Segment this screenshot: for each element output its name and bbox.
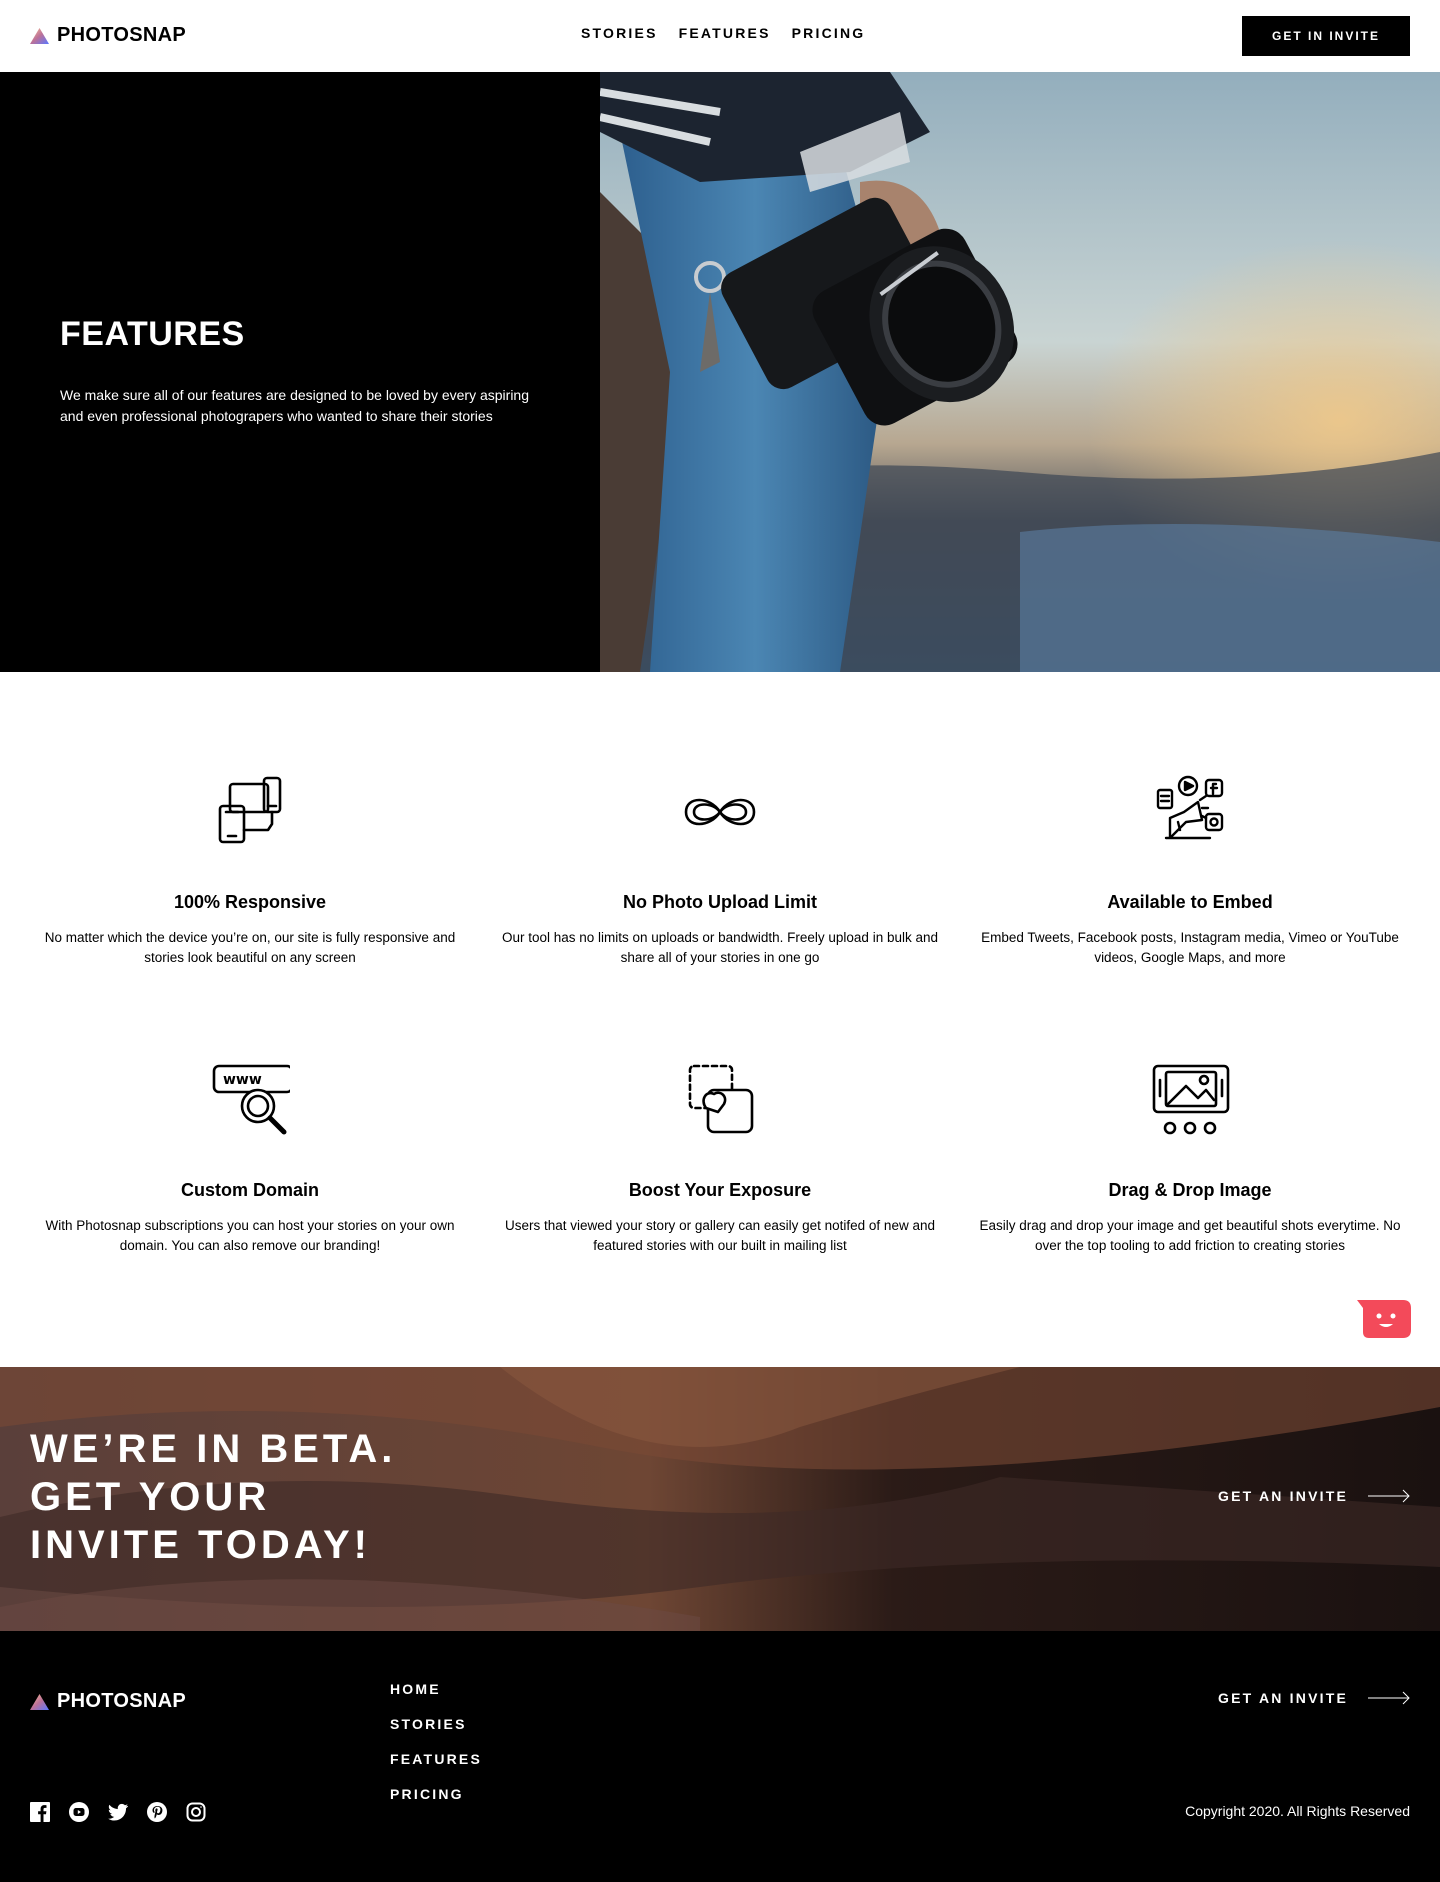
nav-features[interactable]: FEATURES: [679, 25, 771, 41]
feature-title: Custom Domain: [180, 1180, 319, 1200]
custom-domain-icon: www: [212, 1064, 290, 1135]
nav-pricing[interactable]: PRICING: [792, 25, 866, 41]
feature-title: Boost Your Exposure: [628, 1180, 812, 1200]
boost-exposure-icon: [688, 1064, 754, 1134]
svg-text:www: www: [223, 1072, 262, 1088]
get-invite-button[interactable]: GET IN INVITE: [1242, 16, 1410, 56]
beta-heading-line: WE’RE IN BETA.: [30, 1427, 397, 1471]
logo[interactable]: PHOTOSNAP: [30, 24, 186, 47]
arrow-right-icon: [1368, 1489, 1410, 1503]
instagram-icon[interactable]: [186, 1802, 206, 1822]
beta-heading-line: GET YOUR: [30, 1475, 271, 1519]
footer-nav-pricing[interactable]: PRICING: [390, 1786, 482, 1802]
hero-title: FEATURES: [60, 315, 245, 353]
infinity-icon: [684, 798, 756, 826]
footer-get-invite-link[interactable]: GET AN INVITE: [1218, 1690, 1410, 1706]
footer-nav-features[interactable]: FEATURES: [390, 1751, 482, 1767]
beta-get-invite-link[interactable]: GET AN INVITE: [1218, 1488, 1410, 1504]
social-links: [30, 1802, 206, 1822]
logo-text: PHOTOSNAP: [57, 1690, 187, 1712]
logo-triangle-icon: [30, 27, 49, 44]
youtube-icon[interactable]: [69, 1802, 89, 1822]
facebook-icon[interactable]: [30, 1802, 50, 1822]
feature-text: With Photosnap subscriptions you can hos…: [45, 1218, 455, 1253]
site-header: PHOTOSNAP STORIES FEATURES PRICING GET I…: [0, 0, 1440, 72]
hero-text-panel: FEATURES We make sure all of our feature…: [0, 72, 600, 672]
feature-text: Users that viewed your story or gallery …: [505, 1218, 935, 1253]
footer-logo[interactable]: PHOTOSNAP: [30, 1690, 186, 1713]
beta-heading-line: INVITE TODAY!: [30, 1523, 371, 1567]
drag-drop-image-icon: [1152, 1064, 1230, 1135]
feature-title: Drag & Drop Image: [1108, 1180, 1272, 1200]
feature-text: Embed Tweets, Facebook posts, Instagram …: [981, 930, 1399, 965]
twitter-icon[interactable]: [108, 1802, 128, 1822]
link-label: GET AN INVITE: [1218, 1488, 1348, 1504]
feature-text: Easily drag and drop your image and get …: [979, 1218, 1401, 1253]
copyright-text: Copyright 2020. All Rights Reserved: [1185, 1803, 1410, 1819]
feature-text: Our tool has no limits on uploads or ban…: [501, 930, 938, 965]
features-grid: 100% Responsive No matter which the devi…: [0, 672, 1440, 1367]
responsive-devices-icon: [218, 776, 282, 844]
link-label: GET AN INVITE: [1218, 1690, 1348, 1706]
logo-text: PHOTOSNAP: [57, 24, 187, 46]
footer-nav-stories[interactable]: STORIES: [390, 1716, 482, 1732]
beta-banner: WE’RE IN BETA. GET YOUR INVITE TODAY! GE…: [0, 1367, 1440, 1631]
hero-camera-photo: [600, 72, 1440, 672]
feature-text: No matter which the device you’re on, ou…: [44, 930, 456, 965]
feature-title: 100% Responsive: [173, 892, 327, 912]
hero-description: We make sure all of our features are des…: [60, 387, 529, 424]
arrow-right-icon: [1368, 1691, 1410, 1705]
site-footer: PHOTOSNAP HOME STORIES FEATURES PRICING …: [0, 1631, 1440, 1882]
chat-widget-icon[interactable]: [1357, 1298, 1411, 1340]
hero-section: FEATURES We make sure all of our feature…: [0, 72, 1440, 672]
footer-nav-home[interactable]: HOME: [390, 1681, 482, 1697]
feature-title: No Photo Upload Limit: [623, 892, 817, 912]
main-nav: STORIES FEATURES PRICING: [581, 25, 865, 41]
beta-heading: WE’RE IN BETA. GET YOUR INVITE TODAY!: [30, 1425, 396, 1569]
pinterest-icon[interactable]: [147, 1802, 167, 1822]
logo-triangle-icon: [30, 1693, 49, 1710]
nav-stories[interactable]: STORIES: [581, 25, 658, 41]
footer-nav: HOME STORIES FEATURES PRICING: [390, 1681, 482, 1802]
feature-title: Available to Embed: [1107, 892, 1273, 912]
embed-media-icon: [1156, 775, 1224, 840]
